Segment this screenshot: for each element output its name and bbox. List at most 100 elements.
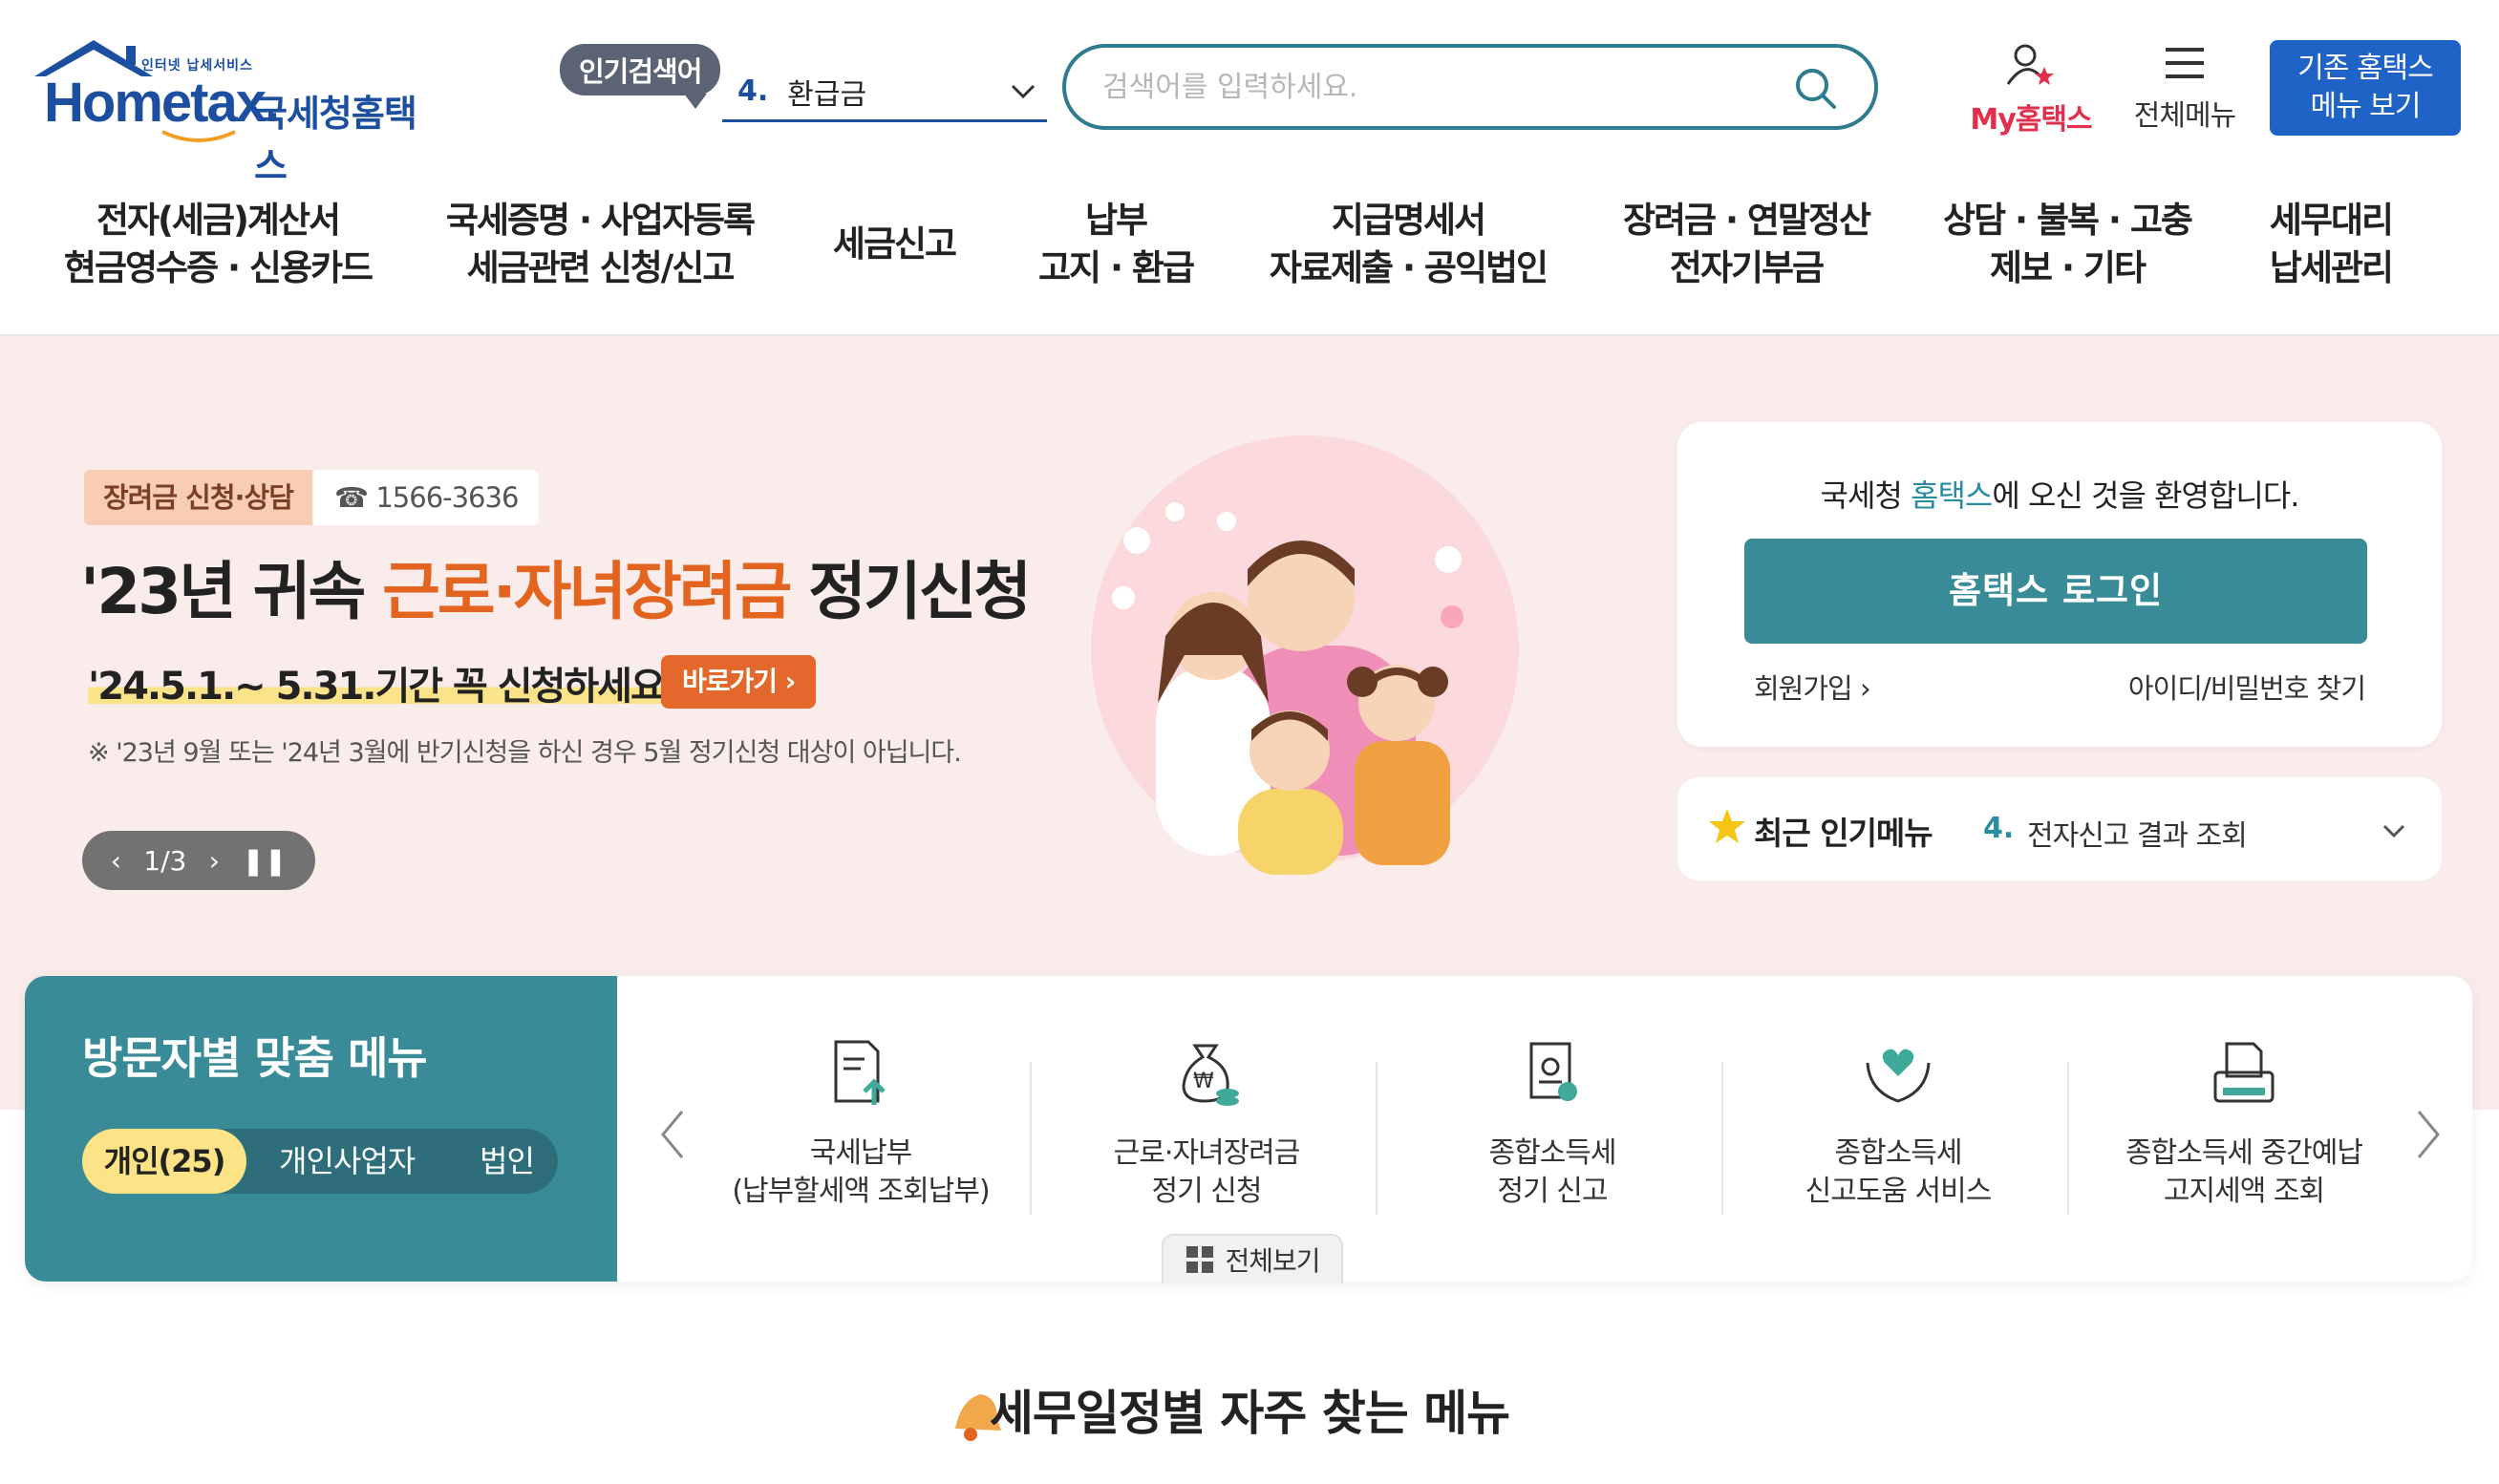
hero-title: '23년 귀속 근로·자녀장려금 정기신청 (80, 541, 1032, 632)
all-menu-button[interactable]: 전체메뉴 (2123, 42, 2247, 134)
recent-item: 전자신고 결과 조회 (2027, 819, 2248, 853)
hero-title-post: 정기신청 (789, 555, 1032, 628)
popular-rank: 4. (737, 74, 769, 108)
login-button[interactable]: 홈택스 로그인 (1744, 539, 2367, 644)
hometax-logo[interactable]: 인터넷 납세서비스 Hometax. 국세청홈택스 (27, 36, 447, 187)
legacy-menu-button[interactable]: 기존 홈택스 메뉴 보기 (2270, 40, 2461, 136)
hero-subtitle: '24.5.1.~ 5.31.기간 꼭 신청하세요! (88, 655, 681, 710)
gnb-line1: 장려금 · 연말정산 (1622, 200, 1871, 241)
legacy-line2: 메뉴 보기 (2310, 90, 2422, 123)
goto-button[interactable]: 바로가기 › (661, 655, 817, 709)
welcome-message: 국세청 홈택스에 오신 것을 환영합니다. (1677, 472, 2442, 516)
banner-pager: ‹ 1/3 › ❚❚ (82, 831, 315, 890)
logo-swoosh-icon (161, 130, 236, 142)
service-incentive-apply[interactable]: ₩ 근로·자녀장려금 정기 신청 (1034, 1029, 1379, 1230)
document-upload-icon (834, 1040, 886, 1105)
service-filing-help[interactable]: 종합소득세 신고도움 서비스 (1725, 1029, 2071, 1230)
welcome-post: 에 오신 것을 환영합니다. (1992, 477, 2299, 514)
gnb-item-incentive[interactable]: 장려금 · 연말정산 전자기부금 (1622, 197, 1871, 292)
divider (1030, 1062, 1032, 1215)
recent-popular-menu[interactable]: 최근 인기메뉴 4. 전자신고 결과 조회 (1677, 777, 2442, 880)
global-nav: 전자(세금)계산서 현금영수증 · 신용카드 국세증명 · 사업자등록 세금관련… (0, 168, 2499, 336)
tab-sole-proprietor[interactable]: 개인사업자 (279, 1129, 416, 1194)
tab-corporation[interactable]: 법인 (480, 1129, 535, 1194)
gnb-item-statement[interactable]: 지급명세서 자료제출 · 공익법인 (1269, 197, 1549, 292)
popular-search-select[interactable]: 4. 환급금 (722, 63, 1047, 122)
next-slide-icon[interactable]: › (209, 845, 220, 877)
gnb-line1: 지급명세서 (1331, 200, 1486, 241)
hero-title-pre: '23년 귀속 (80, 555, 383, 628)
goto-label: 바로가기 (682, 666, 778, 697)
divider (2067, 1062, 2069, 1215)
schedule-menu-title: 세무일정별 자주 찾는 메뉴 (989, 1386, 1510, 1441)
hometax-main-page: 인터넷 납세서비스 Hometax. 국세청홈택스 인기검색어 4. 환급금 M… (0, 0, 2499, 1484)
search-bar (1062, 44, 1878, 130)
pause-icon[interactable]: ❚❚ (242, 845, 287, 877)
gnb-item-agent[interactable]: 세무대리 납세관리 (2269, 197, 2394, 292)
slide-counter: 1/3 (143, 844, 187, 877)
phone-badge: ☎ 1566-3636 (313, 470, 540, 525)
service-line2: 고지세액 조회 (2163, 1175, 2325, 1208)
visitor-title: 방문자별 맞춤 메뉴 (82, 1032, 428, 1084)
gnb-line1: 전자(세금)계산서 (96, 200, 341, 241)
search-icon[interactable] (1792, 65, 1840, 113)
gnb-item-certificate[interactable]: 국세증명 · 사업자등록 세금관련 신청/신고 (445, 197, 756, 292)
login-box: 국세청 홈택스에 오신 것을 환영합니다. 홈택스 로그인 회원가입 › 아이디… (1677, 422, 2442, 747)
join-link[interactable]: 회원가입 › (1754, 667, 1871, 707)
recent-title: 최근 인기메뉴 (1754, 815, 1933, 852)
gnb-line2: 전자기부금 (1669, 247, 1825, 288)
hero-title-highlight: 근로·자녀장려금 (382, 555, 792, 628)
service-line1: 국세납부 (809, 1136, 912, 1170)
legacy-line1: 기존 홈택스 (2297, 52, 2434, 85)
visitor-side-panel: 방문자별 맞춤 메뉴 개인(25) 개인사업자 법인 (25, 976, 617, 1282)
chevron-right-icon: › (1859, 672, 1871, 705)
welcome-pre: 국세청 (1820, 477, 1912, 514)
gnb-item-consult[interactable]: 상담 · 불복 · 고충 제보 · 기타 (1943, 197, 2193, 292)
gnb-item-tax-return[interactable]: 세금신고 (832, 221, 957, 268)
hamburger-menu-icon (2166, 48, 2204, 78)
heart-hands-icon (1866, 1049, 1931, 1103)
find-id-password-link[interactable]: 아이디/비밀번호 찾기 (2128, 667, 2366, 707)
service-line1: 종합소득세 (1834, 1136, 1963, 1170)
service-line1: 종합소득세 (1488, 1136, 1617, 1170)
tax-certificate-icon (1529, 1042, 1577, 1101)
gnb-item-payment[interactable]: 납부 고지 · 환급 (1038, 197, 1195, 292)
gnb-item-invoice[interactable]: 전자(세금)계산서 현금영수증 · 신용카드 (64, 197, 374, 292)
gnb-line2: 제보 · 기타 (1990, 247, 2147, 288)
view-all-button[interactable]: 전체보기 (1162, 1234, 1343, 1283)
gnb-line1: 상담 · 불복 · 고충 (1943, 200, 2193, 241)
gnb-line2: 세금관련 신청/신고 (466, 247, 736, 288)
service-interim-prepayment[interactable]: 종합소득세 중간예납 고지세액 조회 (2071, 1029, 2417, 1230)
tab-individual[interactable]: 개인(25) (82, 1129, 246, 1194)
my-hometax-button[interactable]: My홈택스 (1964, 42, 2098, 138)
popular-term: 환급금 (787, 77, 867, 112)
svg-text:₩: ₩ (1193, 1070, 1214, 1093)
logo-wordmark: Hometax. (44, 72, 280, 134)
chevron-left-icon[interactable] (655, 1106, 690, 1163)
search-input[interactable] (1102, 70, 1771, 104)
service-income-tax-return[interactable]: 종합소득세 정기 신고 (1379, 1029, 1725, 1230)
service-tax-payment[interactable]: 국세납부 (납부할세액 조회납부) (688, 1029, 1034, 1230)
gnb-line1: 세금신고 (832, 223, 957, 265)
gnb-line2: 자료제출 · 공익법인 (1269, 247, 1549, 288)
service-line1: 종합소득세 중간예납 (2125, 1136, 2363, 1170)
service-line2: 정기 신고 (1497, 1175, 1609, 1208)
user-star-icon (2006, 44, 2054, 85)
gnb-line1: 세무대리 (2269, 200, 2394, 241)
all-menu-label: 전체메뉴 (2133, 99, 2236, 133)
grid-icon (1186, 1246, 1214, 1273)
gnb-line1: 납부 (1084, 200, 1148, 241)
gnb-line2: 납세관리 (2269, 247, 2394, 288)
prev-slide-icon[interactable]: ‹ (111, 845, 121, 877)
service-line2: 신고도움 서비스 (1805, 1175, 1993, 1208)
chevron-right-icon: › (784, 666, 797, 697)
chevron-down-icon (2382, 824, 2405, 838)
divider (1721, 1062, 1723, 1215)
printer-doc-icon (2213, 1042, 2275, 1103)
divider (1376, 1062, 1378, 1215)
money-bag-icon: ₩ (1182, 1044, 1239, 1106)
service-line1: 근로·자녀장려금 (1113, 1136, 1301, 1170)
gnb-line1: 국세증명 · 사업자등록 (445, 200, 756, 241)
welcome-highlight: 홈택스 (1911, 477, 1993, 514)
chevron-down-icon (1011, 84, 1036, 99)
